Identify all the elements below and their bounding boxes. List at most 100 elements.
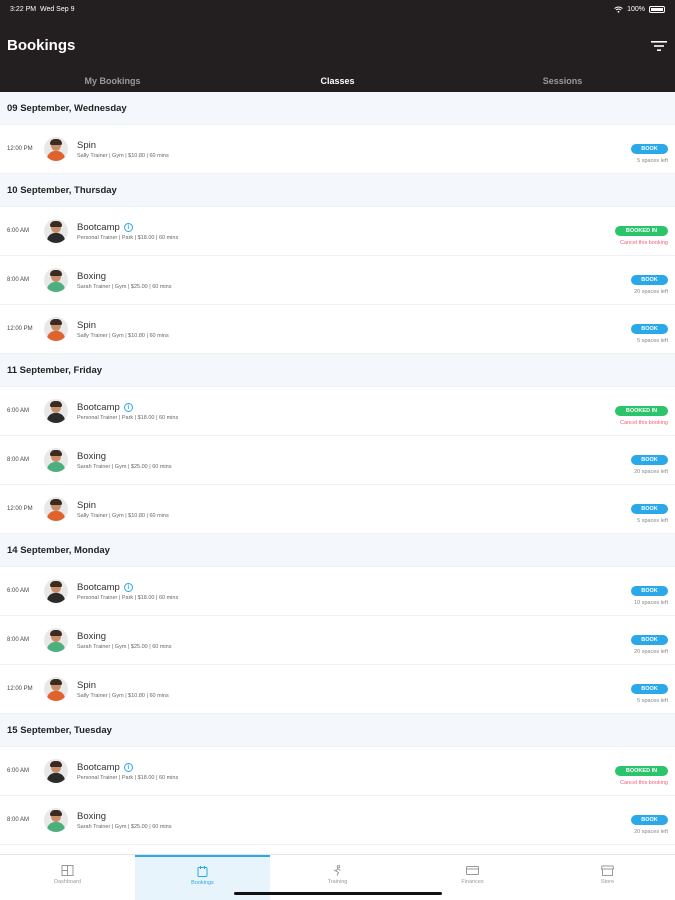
nav-label: Bookings — [191, 879, 214, 886]
class-time: 12:00 PM — [7, 686, 33, 692]
class-name: Bootcamp — [77, 581, 120, 593]
book-button[interactable]: BOOK — [631, 684, 668, 694]
book-button[interactable]: BOOK — [631, 324, 668, 334]
nav-store[interactable]: Store — [540, 855, 675, 900]
home-indicator — [233, 892, 442, 895]
info-icon[interactable]: i — [123, 402, 133, 412]
day-header: 14 September, Monday — [0, 534, 675, 567]
booked-in-badge: BOOKED IN — [615, 226, 668, 236]
book-button[interactable]: BOOK — [631, 504, 668, 514]
class-name-line: Bootcamp i — [77, 762, 675, 773]
class-name: Bootcamp — [77, 401, 120, 413]
class-time: 6:00 AM — [7, 408, 30, 414]
filter-icon[interactable] — [651, 40, 667, 52]
class-name-line: Spin — [77, 320, 675, 331]
class-time: 12:00 PM — [7, 506, 33, 512]
class-meta: Sally Trainer | Gym | $10.80 | 60 mins — [77, 512, 169, 519]
book-button[interactable]: BOOK — [631, 815, 668, 825]
class-time: 6:00 AM — [7, 588, 30, 594]
book-button[interactable]: BOOK — [631, 144, 668, 154]
spaces-left: 20 spaces left — [634, 649, 668, 655]
book-button[interactable]: BOOK — [631, 275, 668, 285]
book-button[interactable]: BOOK — [631, 635, 668, 645]
class-name-line: Boxing — [77, 271, 675, 282]
nav-label: Training — [327, 878, 348, 885]
class-time: 12:00 PM — [7, 326, 33, 332]
class-info: Boxing Sarah Trainer | Gym | $25.00 | 60 … — [77, 631, 675, 650]
class-action: BOOK 20 spaces left — [631, 628, 668, 655]
class-meta: Sarah Trainer | Gym | $25.00 | 60 mins — [77, 643, 172, 650]
class-meta: Sally Trainer | Gym | $10.80 | 60 mins — [77, 692, 169, 699]
class-time: 8:00 AM — [7, 637, 30, 643]
class-info: Spin Sally Trainer | Gym | $10.80 | 60 mi… — [77, 140, 675, 159]
battery-percent: 100% — [627, 5, 645, 13]
class-info: Bootcamp i Personal Trainer | Park | $18.0… — [77, 762, 675, 781]
class-row[interactable]: 12:00 PM Spin Sally Trainer | Gym | $10.80… — [0, 305, 675, 354]
class-row[interactable]: 8:00 AM Boxing Sarah Trainer | Gym | $25.0… — [0, 616, 675, 665]
spaces-left: 5 spaces left — [637, 338, 668, 344]
class-row[interactable]: 8:00 AM Boxing Sarah Trainer | Gym | $25.0… — [0, 256, 675, 305]
trainer-avatar — [44, 268, 68, 292]
class-row[interactable]: 6:00 AM Bootcamp i Personal Trainer | Park … — [0, 387, 675, 436]
nav-label: Dashboard — [54, 878, 81, 885]
spaces-left: 5 spaces left — [637, 158, 668, 164]
bookings-list: 09 September, Wednesday 12:00 PM Spin Sally… — [0, 92, 675, 854]
calendar-icon — [196, 865, 209, 877]
class-meta: Sarah Trainer | Gym | $25.00 | 60 mins — [77, 823, 172, 830]
spaces-left: 5 spaces left — [637, 518, 668, 524]
trainer-avatar — [44, 628, 68, 652]
trainer-avatar — [44, 399, 68, 423]
nav-dashboard[interactable]: Dashboard — [0, 855, 135, 900]
class-name: Boxing — [77, 450, 107, 462]
class-row[interactable]: 8:00 AM Boxing Sarah Trainer | Gym | $25.0… — [0, 796, 675, 845]
booked-in-badge: BOOKED IN — [615, 406, 668, 416]
spaces-left: 20 spaces left — [634, 289, 668, 295]
tab-bar: My Bookings Classes Sessions — [0, 70, 675, 92]
class-row[interactable]: 6:00 AM Bootcamp i Personal Trainer | Park … — [0, 747, 675, 796]
trainer-avatar — [44, 497, 68, 521]
class-name: Boxing — [77, 630, 107, 642]
class-action: BOOKED IN Cancel this booking — [615, 219, 668, 246]
day-header: 09 September, Wednesday — [0, 92, 675, 125]
day-header: 10 September, Thursday — [0, 174, 675, 207]
class-meta: Personal Trainer | Park | $18.00 | 60 mi… — [77, 774, 179, 781]
book-button[interactable]: BOOK — [631, 586, 668, 596]
class-row[interactable]: 12:00 PM Spin Sally Trainer | Gym | $10.80… — [0, 665, 675, 714]
class-action: BOOK 5 spaces left — [631, 137, 668, 164]
class-action: BOOK 20 spaces left — [631, 448, 668, 475]
cancel-booking-link[interactable]: Cancel this booking — [615, 780, 668, 786]
trainer-avatar — [44, 759, 68, 783]
class-action: BOOK 20 spaces left — [631, 268, 668, 295]
class-row[interactable]: 12:00 PM Spin Sally Trainer | Gym | $10.80… — [0, 125, 675, 174]
info-icon[interactable]: i — [123, 762, 133, 772]
class-action: BOOK 10 spaces left — [631, 579, 668, 606]
class-row[interactable]: 6:00 AM Bootcamp i Personal Trainer | Park … — [0, 207, 675, 256]
book-button[interactable]: BOOK — [631, 455, 668, 465]
class-name: Bootcamp — [77, 221, 120, 233]
nav-label: Finances — [461, 878, 484, 885]
class-name-line: Boxing — [77, 451, 675, 462]
info-icon[interactable]: i — [123, 582, 133, 592]
class-meta: Personal Trainer | Park | $18.00 | 60 mi… — [77, 594, 179, 601]
class-name-line: Boxing — [77, 631, 675, 642]
tab-classes[interactable]: Classes — [225, 70, 450, 92]
class-info: Bootcamp i Personal Trainer | Park | $18.0… — [77, 222, 675, 241]
class-row[interactable]: 8:00 AM Boxing Sarah Trainer | Gym | $25.0… — [0, 436, 675, 485]
class-row[interactable]: 12:00 PM Spin Sally Trainer | Gym | $10.80… — [0, 485, 675, 534]
class-meta: Sarah Trainer | Gym | $25.00 | 60 mins — [77, 463, 172, 470]
cancel-booking-link[interactable]: Cancel this booking — [615, 240, 668, 246]
trainer-avatar — [44, 317, 68, 341]
tab-my-bookings[interactable]: My Bookings — [0, 70, 225, 92]
page-title: Bookings — [7, 37, 76, 54]
wifi-icon — [614, 6, 623, 13]
class-info: Spin Sally Trainer | Gym | $10.80 | 60 mi… — [77, 680, 675, 699]
class-meta: Personal Trainer | Park | $18.00 | 60 mi… — [77, 414, 179, 421]
class-time: 6:00 AM — [7, 228, 30, 234]
info-icon[interactable]: i — [123, 222, 133, 232]
class-info: Bootcamp i Personal Trainer | Park | $18.0… — [77, 402, 675, 421]
cancel-booking-link[interactable]: Cancel this booking — [615, 420, 668, 426]
class-meta: Sarah Trainer | Gym | $25.00 | 60 mins — [77, 283, 172, 290]
day-header: 11 September, Friday — [0, 354, 675, 387]
class-row[interactable]: 6:00 AM Bootcamp i Personal Trainer | Park … — [0, 567, 675, 616]
tab-sessions[interactable]: Sessions — [450, 70, 675, 92]
